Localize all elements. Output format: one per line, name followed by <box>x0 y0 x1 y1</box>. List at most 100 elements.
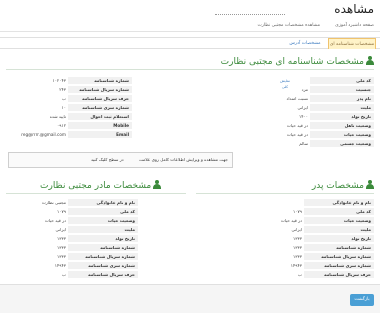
row-value: تایید شده <box>49 114 66 119</box>
identity-section-title: مشخصات شناسنامه ای مجتبی نظارت <box>221 56 374 67</box>
mother-rule <box>6 193 186 194</box>
row-label: حرف سریال شناسنامه <box>68 271 138 279</box>
info-row: وضعیت حیات در قید حیات <box>8 217 138 225</box>
row-value <box>240 199 304 207</box>
info-row: تاریخ تولد ۱۳۳۳ <box>240 235 374 243</box>
info-row: شماره سریال شناسنامه ۲۴۳ <box>8 86 132 94</box>
person-icon <box>153 180 162 189</box>
info-row: جنسیت مرد <box>240 86 374 94</box>
info-row: استعلام ثبت احوال تایید شده <box>8 113 132 121</box>
person-icon <box>366 56 374 65</box>
mother-section-title: مشخصات مادر مجتبی نظارت <box>40 180 162 191</box>
info-row: شماره سری شناسنامه ۱۴۹۴۳ <box>240 262 374 270</box>
row-value: ۱۳۳۳ <box>57 254 66 259</box>
row-label: نام پدر <box>310 95 374 103</box>
info-row: شماره شناسنامه ۱۳۳۳ <box>240 244 374 252</box>
row-value: ۱۳۳۳ <box>57 236 66 241</box>
row-label: نام و نام خانوادگی <box>68 199 138 207</box>
row-label: شماره سریال شناسنامه <box>68 253 138 261</box>
row-value: در قید حیات <box>280 218 302 223</box>
info-row: نام و نام خانوادگی <box>240 199 374 207</box>
row-label: شماره سری شناسنامه <box>68 104 132 112</box>
info-row: نام پدر نسبت امتداد <box>240 95 374 103</box>
back-button[interactable]: بازگشت <box>350 294 374 306</box>
tab-bar: مشخصات شناسنامه ای مشخصات آدرس <box>0 37 380 49</box>
row-label: حرف سریال شناسنامه <box>68 95 132 103</box>
info-row: وضعیت حیات در قید حیات <box>240 217 374 225</box>
row-label: ملیت <box>68 226 138 234</box>
page-title: مشاهده <box>334 2 374 16</box>
info-row: Mobile ۰۹۱۲ <box>8 122 132 130</box>
row-label: نام و نام خانوادگی <box>304 199 374 207</box>
row-label: وضعیت حیات <box>310 131 374 139</box>
row-value: ایرانی <box>291 227 302 232</box>
row-label: وضعیت حیات <box>68 217 138 225</box>
info-row: کد ملی <box>240 77 374 85</box>
person-icon <box>366 180 374 189</box>
row-label: شماره شناسنامه <box>304 244 374 252</box>
row-label: استعلام ثبت احوال <box>68 113 132 121</box>
row-value: ۱۳۳۳ <box>57 245 66 250</box>
info-row: وضعیت حیات در قید حیات <box>240 131 374 139</box>
view-dropdown[interactable]: نمایش کلی <box>278 78 292 89</box>
header-divider <box>215 14 285 15</box>
info-row: شماره شناسنامه ۱۳۳۳ <box>8 244 138 252</box>
info-row: حرف سریال شناسنامه ب <box>8 271 138 279</box>
row-value: ۱۳۳۳ <box>293 236 302 241</box>
row-value: ۱۴۹۴۳ <box>290 263 302 268</box>
row-value: ۰۹۱۲ <box>57 123 66 128</box>
row-label: جنسیت <box>310 86 374 94</box>
row-value: ۱۳۳۳ <box>293 245 302 250</box>
info-row: شماره سری شناسنامه ۱۰ <box>8 104 132 112</box>
row-value: ۲۴۳ <box>59 87 66 92</box>
row-value: در قید حیات <box>286 132 308 137</box>
row-value: ۱۳۳۳ <box>293 254 302 259</box>
row-value: ب <box>298 272 302 277</box>
info-row: وضعیت جسمی سالم <box>240 140 374 148</box>
row-label: شماره شناسنامه <box>68 244 138 252</box>
info-row: ملیت ایرانی <box>240 104 374 112</box>
row-value: ب <box>62 272 66 277</box>
row-value: ۱۴۹۴۳ <box>54 263 66 268</box>
row-label: وضعیت تاهل <box>310 122 374 130</box>
info-row: شماره شناسنامه ۱۰۲۰۴۳ <box>8 77 132 85</box>
row-value: ب <box>62 96 66 101</box>
info-row: وضعیت تاهل در قید حیات <box>240 122 374 130</box>
breadcrumb: صفحه داشبرد آموزی مشاهده مشخصات مجتبی نظ… <box>0 20 380 32</box>
row-label: کد ملی <box>310 77 374 85</box>
row-value: ایرانی <box>55 227 66 232</box>
row-value: ۱۴۰۰ <box>299 114 308 119</box>
info-row: تاریخ تولد ۱۴۰۰ <box>240 113 374 121</box>
row-value: ۱۰۷۹ <box>57 209 66 214</box>
info-row: حرف سریال شناسنامه ب <box>8 95 132 103</box>
row-label: ملیت <box>304 226 374 234</box>
row-value: مرد <box>301 87 308 92</box>
row-label: وضعیت حیات <box>304 217 374 225</box>
info-row: ملیت ایرانی <box>240 226 374 234</box>
row-value: ۱۰ <box>61 105 67 110</box>
info-row: شماره سریال شناسنامه ۱۳۳۳ <box>240 253 374 261</box>
info-row: تاریخ تولد ۱۳۳۳ <box>8 235 138 243</box>
row-label: تاریخ تولد <box>68 235 138 243</box>
tab-identity[interactable]: مشخصات شناسنامه ای <box>328 38 376 49</box>
row-label: شماره سریال شناسنامه <box>68 86 132 94</box>
info-row: ملیت ایرانی <box>8 226 138 234</box>
row-value: در قید حیات <box>286 123 308 128</box>
breadcrumb-home[interactable]: صفحه داشبرد آموزی <box>335 23 374 28</box>
row-label: شماره سری شناسنامه <box>68 262 138 270</box>
info-row: نام و نام خانوادگی مجتبی نظارت <box>8 199 138 207</box>
father-section-title: مشخصات پدر <box>312 180 374 191</box>
row-label: Mobile <box>68 122 132 130</box>
row-label: حرف سریال شناسنامه <box>304 271 374 279</box>
father-rule <box>196 193 374 194</box>
identity-rule <box>6 69 374 70</box>
row-label: شماره سری شناسنامه <box>304 262 374 270</box>
row-label: کد ملی <box>68 208 138 216</box>
row-value: reg@rrrr.@gmail.com <box>21 132 66 137</box>
row-value: در قید حیات <box>44 218 66 223</box>
row-value: ۱۰۲۰۴۳ <box>52 78 67 83</box>
info-note: جهت مشاهده و ویرایش اطلاعات کامل روی علا… <box>8 152 233 168</box>
row-label: شماره سریال شناسنامه <box>304 253 374 261</box>
tab-address[interactable]: مشخصات آدرس <box>286 38 324 49</box>
row-value <box>240 77 310 85</box>
